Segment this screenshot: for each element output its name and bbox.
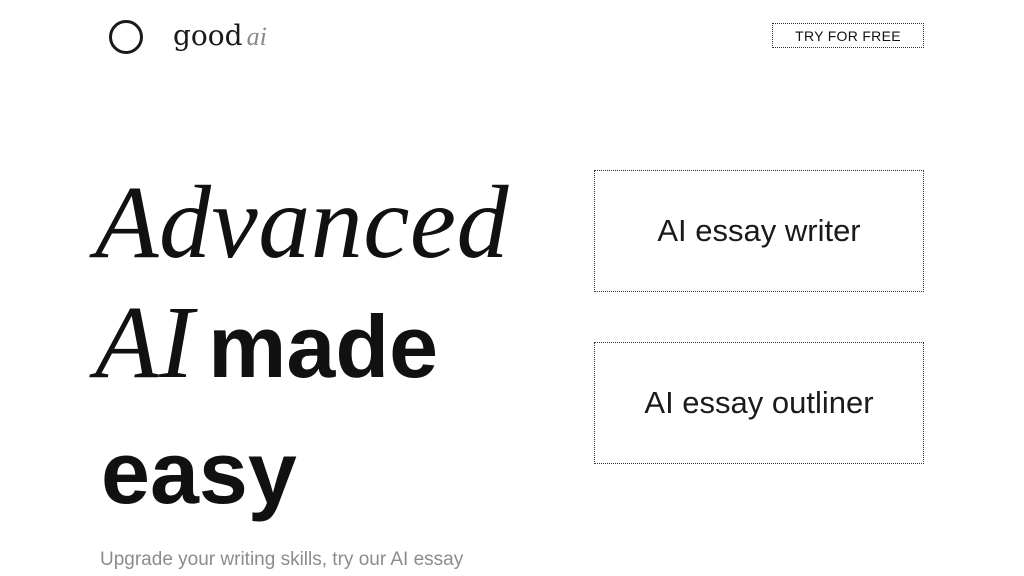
- logo-circle-icon[interactable]: [109, 20, 143, 54]
- logo[interactable]: good ai: [173, 16, 267, 61]
- hero-word-easy: easy: [101, 423, 297, 522]
- hero-word-made: made: [208, 297, 439, 396]
- hero-line-2: AI made: [95, 278, 438, 408]
- hero-word-ai: AI: [95, 285, 195, 400]
- logo-suffix: ai: [246, 22, 267, 51]
- try-for-free-button[interactable]: TRY FOR FREE: [772, 23, 924, 48]
- hero-line-3: easy: [101, 408, 297, 538]
- hero-word-advanced: Advanced: [95, 165, 510, 280]
- logo-word: good: [173, 19, 243, 52]
- ai-essay-writer-card[interactable]: AI essay writer: [594, 170, 924, 292]
- hero-subtitle: Upgrade your writing skills, try our AI …: [100, 549, 464, 570]
- hero-line-1: Advanced: [95, 158, 509, 288]
- ai-essay-outliner-card[interactable]: AI essay outliner: [594, 342, 924, 464]
